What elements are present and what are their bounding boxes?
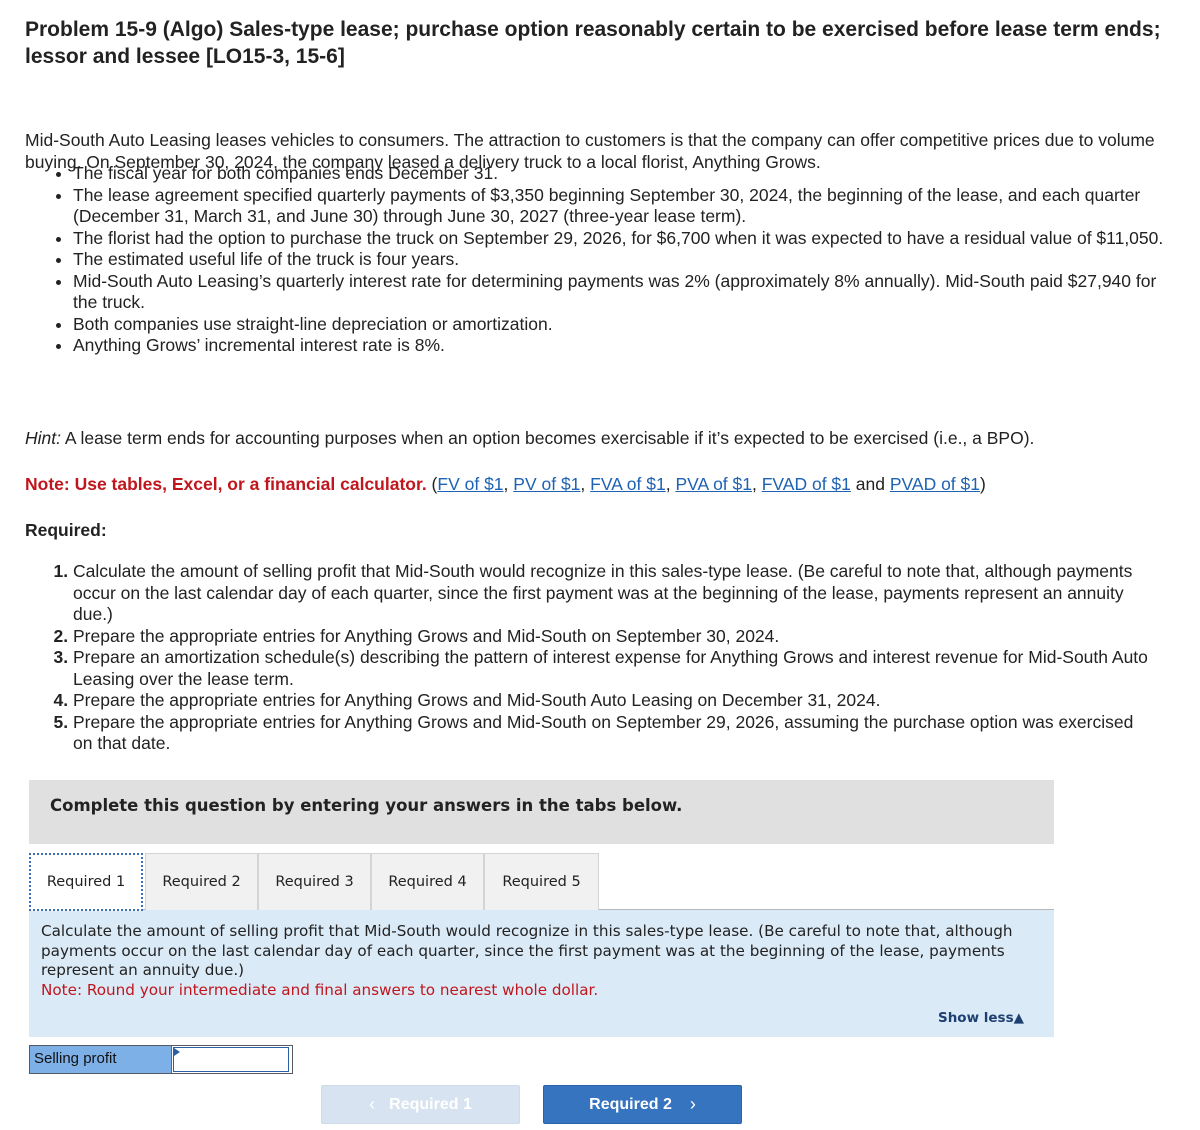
- tab-required-5[interactable]: Required 5: [484, 853, 599, 910]
- facts-list: The fiscal year for both companies ends …: [25, 163, 1165, 357]
- panel-question-text: Calculate the amount of selling profit t…: [41, 922, 1013, 979]
- show-less-label: Show less: [937, 1010, 1014, 1026]
- link-pv-of-1[interactable]: PV of $1: [513, 474, 580, 494]
- fact-item: Anything Grows’ incremental interest rat…: [73, 335, 1165, 357]
- required-item: Prepare the appropriate entries for Anyt…: [73, 712, 1150, 755]
- link-pva-of-1[interactable]: PVA of $1: [675, 474, 752, 494]
- required-list: Calculate the amount of selling profit t…: [25, 561, 1150, 755]
- selling-profit-cell: [172, 1046, 292, 1073]
- problem-title: Problem 15-9 (Algo) Sales-type lease; pu…: [25, 18, 1161, 68]
- banner-text: Complete this question by entering your …: [50, 796, 683, 815]
- chevron-left-icon: ‹: [369, 1094, 376, 1114]
- tab-required-3[interactable]: Required 3: [258, 853, 371, 910]
- previous-tab-button[interactable]: ‹ Required 1: [321, 1085, 520, 1124]
- fact-item: The florist had the option to purchase t…: [73, 228, 1165, 250]
- panel-instructions: Calculate the amount of selling profit t…: [41, 922, 1041, 1000]
- fact-item: Mid-South Auto Leasing’s quarterly inter…: [73, 271, 1165, 314]
- fact-item: The lease agreement specified quarterly …: [73, 185, 1165, 228]
- triangle-up-icon: ▲: [1013, 1010, 1024, 1026]
- fact-item: Both companies use straight-line depreci…: [73, 314, 1165, 336]
- next-tab-label: Required 2: [589, 1095, 672, 1113]
- next-tab-button[interactable]: Required 2 ›: [543, 1085, 742, 1124]
- answer-row: Selling profit: [29, 1045, 293, 1074]
- selling-profit-label: Selling profit: [30, 1046, 172, 1073]
- note-and: and: [855, 474, 885, 494]
- required-item: Prepare the appropriate entries for Anyt…: [73, 690, 1150, 712]
- hint-text: A lease term ends for accounting purpose…: [60, 428, 1035, 448]
- required-item: Calculate the amount of selling profit t…: [73, 561, 1150, 626]
- tab-required-2[interactable]: Required 2: [145, 853, 258, 910]
- tab-bar: Required 1 Required 2 Required 3 Require…: [29, 853, 1054, 911]
- hint-label: Hint:: [25, 428, 61, 448]
- cell-marker-icon: [174, 1048, 180, 1056]
- show-less-button[interactable]: Show less▲: [938, 1010, 1024, 1026]
- required-item: Prepare an amortization schedule(s) desc…: [73, 647, 1150, 690]
- link-fvad-of-1[interactable]: FVAD of $1: [762, 474, 851, 494]
- instructions-banner: Complete this question by entering your …: [29, 780, 1054, 844]
- tab-required-1[interactable]: Required 1: [29, 853, 143, 911]
- previous-tab-label: Required 1: [389, 1095, 472, 1113]
- link-pvad-of-1[interactable]: PVAD of $1: [890, 474, 980, 494]
- tab-panel: Calculate the amount of selling profit t…: [29, 910, 1054, 1037]
- link-fv-of-1[interactable]: FV of $1: [437, 474, 503, 494]
- fact-item: The fiscal year for both companies ends …: [73, 163, 1165, 185]
- required-item: Prepare the appropriate entries for Anyt…: [73, 626, 1150, 648]
- fact-item: The estimated useful life of the truck i…: [73, 249, 1165, 271]
- required-heading: Required:: [25, 520, 107, 540]
- tables-note: Note: Use tables, Excel, or a financial …: [25, 474, 986, 494]
- tab-required-4[interactable]: Required 4: [371, 853, 484, 910]
- chevron-right-icon: ›: [689, 1094, 696, 1114]
- hint: Hint: A lease term ends for accounting p…: [25, 428, 1175, 449]
- note-label: Note: Use tables, Excel, or a financial …: [25, 474, 427, 494]
- panel-rounding-note: Note: Round your intermediate and final …: [41, 980, 599, 999]
- link-fva-of-1[interactable]: FVA of $1: [590, 474, 666, 494]
- selling-profit-input[interactable]: [173, 1047, 289, 1072]
